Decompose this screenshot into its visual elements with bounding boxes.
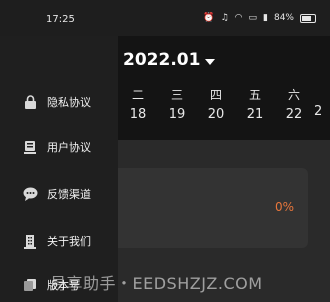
building-icon [22, 233, 38, 249]
day-cell[interactable]: 三 19 [162, 86, 192, 122]
day-cell[interactable]: 五 21 [240, 86, 270, 122]
date-label: 22 [285, 107, 303, 122]
drawer-item-label: 隐私协议 [47, 96, 91, 109]
status-time: 17:25 [46, 14, 75, 25]
date-label: 20 [207, 107, 225, 122]
weekday-label: 四 [209, 88, 222, 102]
progress-card[interactable]: 0% [118, 168, 308, 248]
date-label: 18 [129, 107, 147, 122]
week-strip: 二 18 三 19 四 20 五 21 六 22 2 [118, 86, 330, 126]
mute-icon: ♫ [220, 13, 229, 23]
main-content: 2022.01 二 18 三 19 四 20 五 21 六 22 2 0% [118, 36, 330, 302]
watermark: 易享助手・EEDSHZJZ.COM [50, 274, 263, 293]
battery-icon [300, 13, 316, 23]
day-cell[interactable]: 二 18 [123, 86, 153, 122]
status-bar: 17:25 ⏰ ♫ ◠ ▭ ▮ 84% [0, 0, 330, 36]
drawer-item-user-agreement[interactable]: 用户协议 [22, 136, 91, 158]
drawer-item-privacy[interactable]: 隐私协议 [22, 91, 91, 113]
day-cell[interactable]: 四 20 [201, 86, 231, 122]
calendar-header: 2022.01 二 18 三 19 四 20 五 21 六 22 2 [118, 36, 330, 140]
battery-percent: 84% [273, 13, 294, 23]
copy-icon [22, 277, 38, 293]
alarm-icon: ⏰ [203, 13, 215, 23]
lock-icon [22, 94, 38, 110]
drawer-item-about[interactable]: 关于我们 [22, 230, 91, 252]
chat-icon [22, 186, 38, 202]
signal-icon: ▮ [263, 13, 268, 23]
side-drawer: 隐私协议 用户协议 反馈渠道 关于我们 版本号 [0, 36, 118, 302]
progress-percent: 0% [274, 200, 294, 214]
month-picker[interactable]: 2022.01 [123, 50, 216, 70]
sim-icon: ▭ [248, 13, 258, 23]
wifi-icon: ◠ [234, 13, 243, 23]
chevron-down-icon [205, 58, 216, 65]
day-cell[interactable]: 2 [314, 86, 330, 119]
date-label: 19 [168, 107, 186, 122]
month-label: 2022.01 [123, 50, 201, 70]
drawer-item-feedback[interactable]: 反馈渠道 [22, 183, 91, 205]
weekday-label: 二 [131, 88, 144, 102]
drawer-item-label: 用户协议 [47, 141, 91, 154]
weekday-label [314, 86, 330, 100]
drawer-item-label: 关于我们 [47, 235, 91, 248]
weekday-label: 三 [170, 88, 183, 102]
document-icon [22, 139, 38, 155]
day-cell[interactable]: 六 22 [279, 86, 309, 122]
weekday-label: 六 [287, 88, 300, 102]
date-label: 21 [246, 107, 264, 122]
status-icons: ⏰ ♫ ◠ ▭ ▮ 84% [203, 13, 316, 23]
drawer-item-label: 反馈渠道 [47, 188, 91, 201]
weekday-label: 五 [248, 88, 261, 102]
date-label: 2 [314, 104, 323, 119]
